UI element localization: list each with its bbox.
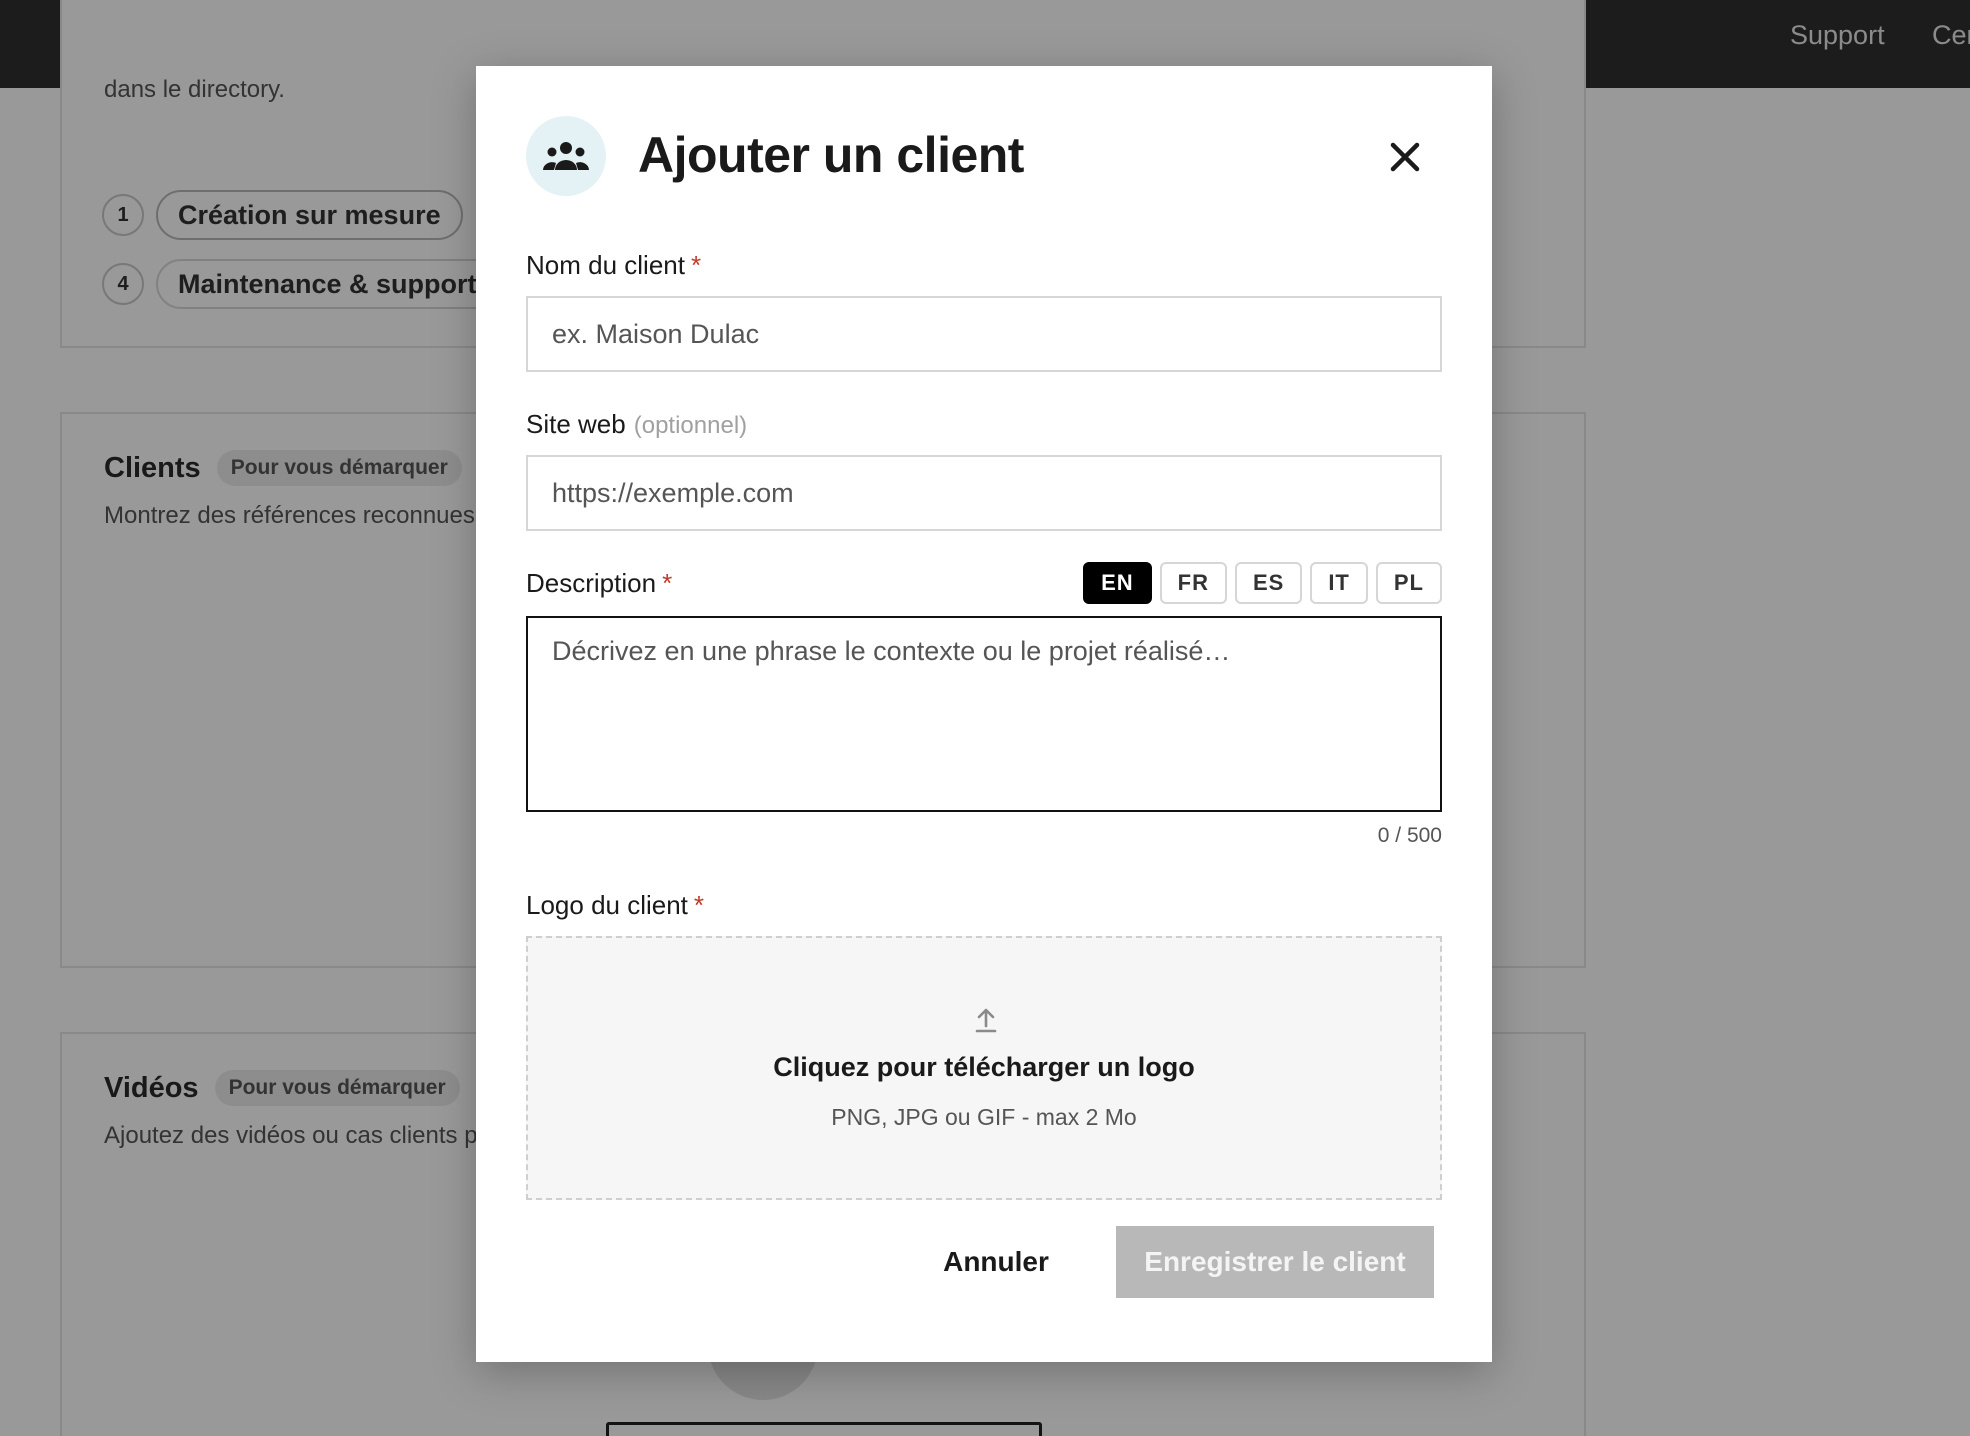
close-icon xyxy=(1390,142,1420,172)
description-textarea[interactable] xyxy=(526,616,1442,812)
website-label: Site web (optionnel) xyxy=(526,409,747,440)
upload-icon xyxy=(975,1008,997,1033)
upload-title: Cliquez pour télécharger un logo xyxy=(773,1052,1195,1082)
language-tabs: EN FR ES IT PL xyxy=(1083,562,1442,604)
logo-upload-dropzone[interactable]: Cliquez pour télécharger un logo PNG, JP… xyxy=(526,936,1442,1200)
save-client-button[interactable]: Enregistrer le client xyxy=(1116,1226,1434,1298)
client-name-label-text: Nom du client xyxy=(526,250,685,280)
language-tab-es[interactable]: ES xyxy=(1234,562,1303,604)
character-counter: 0 / 500 xyxy=(1377,824,1442,847)
language-tab-it[interactable]: IT xyxy=(1310,562,1368,604)
optional-tag: (optionnel) xyxy=(633,412,748,439)
client-name-input[interactable] xyxy=(526,296,1442,372)
website-input[interactable] xyxy=(526,455,1442,531)
description-label-text: Description xyxy=(526,568,657,598)
modal-header-icon xyxy=(526,116,606,196)
logo-label: Logo du client * xyxy=(526,890,704,921)
description-label: Description * xyxy=(526,568,672,599)
logo-label-text: Logo du client xyxy=(526,890,688,920)
close-button[interactable] xyxy=(1382,134,1428,180)
cancel-button[interactable]: Annuler xyxy=(916,1226,1076,1298)
client-name-label: Nom du client * xyxy=(526,250,701,281)
upload-hint: PNG, JPG ou GIF - max 2 Mo xyxy=(831,1104,1137,1130)
modal-title: Ajouter un client xyxy=(638,127,1024,183)
required-marker: * xyxy=(662,568,673,598)
language-tab-en[interactable]: EN xyxy=(1083,562,1152,604)
users-icon xyxy=(543,142,589,170)
language-tab-pl[interactable]: PL xyxy=(1375,562,1442,604)
language-tab-fr[interactable]: FR xyxy=(1159,562,1227,604)
required-marker: * xyxy=(690,250,702,280)
website-label-text: Site web xyxy=(526,409,626,439)
add-client-modal: Ajouter un client Nom du client* Site we… xyxy=(476,66,1492,1362)
required-marker: * xyxy=(693,890,705,920)
